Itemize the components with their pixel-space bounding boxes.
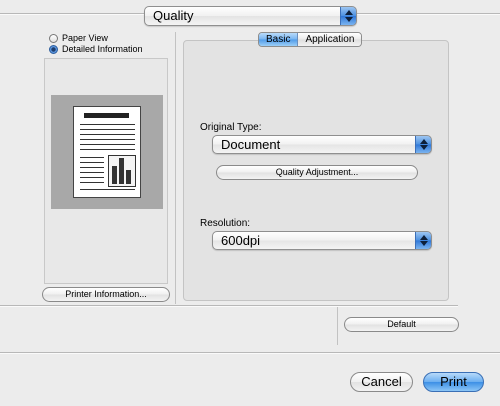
preview-text-line <box>80 167 104 168</box>
default-label: Default <box>387 319 416 329</box>
print-label: Print <box>440 374 467 389</box>
panel-selector-popup[interactable]: Quality <box>144 6 357 26</box>
preview-text-line <box>80 149 135 150</box>
preview-text-line <box>80 172 104 173</box>
preview-text-line <box>80 157 104 158</box>
radio-button-selected-icon <box>49 44 58 54</box>
preview-chart-bar <box>126 170 131 184</box>
preview-text-line <box>80 189 135 190</box>
tab-basic[interactable]: Basic <box>259 33 299 46</box>
panel-selector-value: Quality <box>153 8 194 23</box>
preview-panel <box>44 58 168 284</box>
original-type-label: Original Type: <box>200 122 262 133</box>
preview-text-line <box>80 124 135 125</box>
tab-application[interactable]: Application <box>298 33 362 46</box>
preview-chart-figure <box>108 155 136 187</box>
cancel-button[interactable]: Cancel <box>350 372 413 392</box>
radio-detailed-information-label: Detailed Information <box>62 44 143 54</box>
resolution-value: 600dpi <box>221 233 261 248</box>
popup-arrows-icon <box>415 136 431 153</box>
preview-text-line <box>80 177 104 178</box>
popup-arrows-icon <box>340 7 356 25</box>
popup-arrows-icon <box>415 232 431 249</box>
radio-paper-view-label: Paper View <box>62 33 108 43</box>
vertical-separator <box>175 32 176 304</box>
preview-text-line <box>80 129 135 130</box>
default-button[interactable]: Default <box>344 317 459 332</box>
preview-chart-bar <box>112 166 117 184</box>
cancel-label: Cancel <box>361 374 402 389</box>
radio-detailed-information[interactable]: Detailed Information <box>49 43 143 55</box>
resolution-label: Resolution: <box>200 218 251 229</box>
tab-bar: Basic Application <box>258 32 363 47</box>
preview-text-line <box>80 139 135 140</box>
preview-text-line <box>80 162 104 163</box>
default-vertical-separator <box>337 307 338 345</box>
preview-title-block <box>84 113 129 118</box>
preview-area <box>51 95 163 209</box>
preview-text-line <box>80 144 135 145</box>
original-type-popup[interactable]: Document <box>212 135 432 154</box>
original-type-value: Document <box>221 137 281 152</box>
document-preview-icon <box>73 106 141 198</box>
print-button[interactable]: Print <box>423 372 484 392</box>
printer-information-button[interactable]: Printer Information... <box>42 287 170 302</box>
quality-adjustment-button[interactable]: Quality Adjustment... <box>216 165 418 180</box>
printer-information-label: Printer Information... <box>65 289 147 299</box>
preview-text-line <box>80 134 135 135</box>
panel-bottom-separator <box>0 305 458 307</box>
radio-button-icon <box>49 33 58 43</box>
preview-text-line <box>80 182 104 183</box>
quality-adjustment-label: Quality Adjustment... <box>275 167 359 177</box>
preview-chart-bar <box>119 158 124 184</box>
footer-separator <box>0 352 500 354</box>
resolution-popup[interactable]: 600dpi <box>212 231 432 250</box>
